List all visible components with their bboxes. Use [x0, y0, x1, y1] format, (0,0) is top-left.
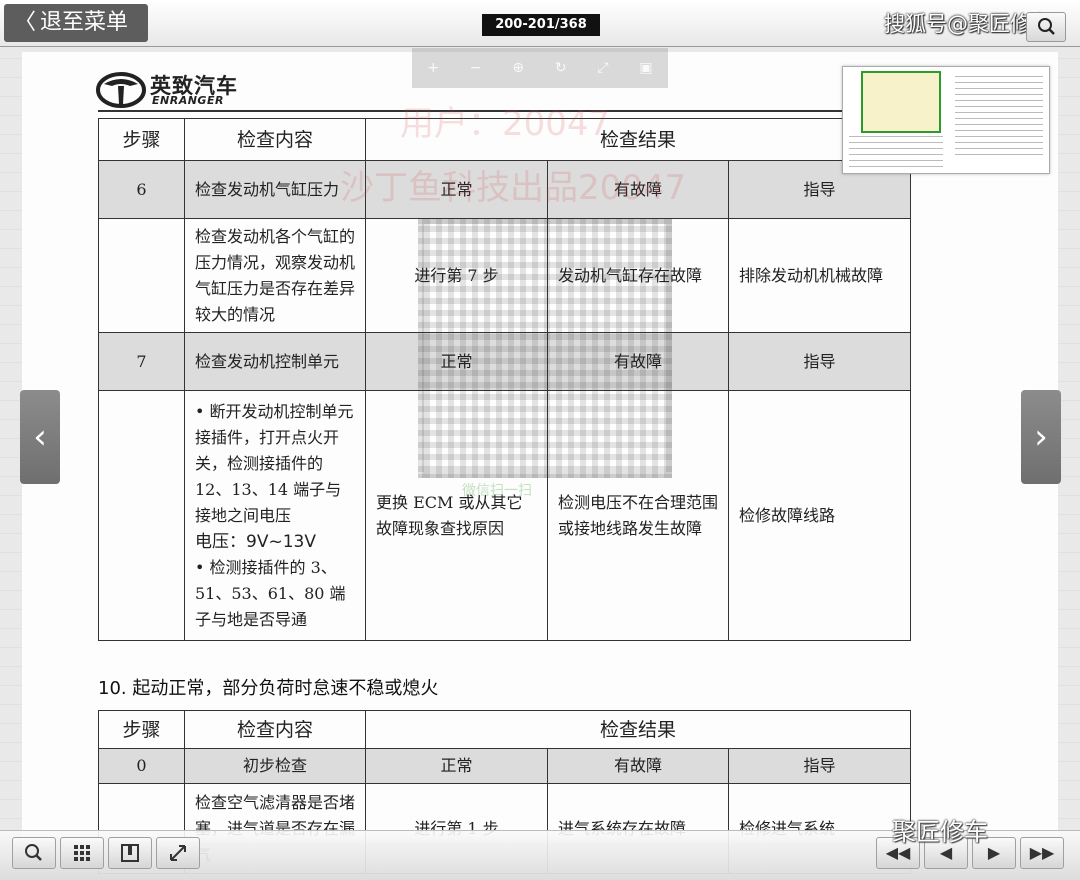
thumbnail-viewport[interactable]: [861, 71, 941, 133]
top-toolbar: 〈退至菜单 200-201/368 搜狐号@聚匠修车: [0, 0, 1080, 47]
check-content: 检查发动机各个气缸的压力情况，观察发动机气缸压力是否存在差异较大的情况: [184, 218, 366, 333]
header-step: 步骤: [98, 118, 185, 161]
last-page-icon: ▶▶: [1029, 843, 1055, 862]
result-normal-label: 正常: [365, 748, 548, 784]
page-thumbnail-navigator[interactable]: [842, 66, 1050, 174]
bookmark-button[interactable]: [108, 837, 152, 869]
check-content: • 断开发动机控制单元接插件，打开点火开关，检测接插件的 12、13、14 端子…: [184, 390, 366, 641]
bullet-text: 断开发动机控制单元接插件，打开点火开关，检测接插件的 12、13、14 端子与接…: [195, 401, 354, 525]
user-watermark: 用户：20047: [400, 104, 611, 144]
brand-logo: 英致汽车 ENRANGER: [96, 70, 276, 110]
search-button[interactable]: [1026, 12, 1066, 42]
table-row: 0 初步检查 正常 有故障 指导: [98, 748, 912, 784]
step-number: 6: [98, 160, 185, 219]
header-content: 检查内容: [184, 118, 366, 161]
thumbnails-grid-button[interactable]: [60, 837, 104, 869]
qr-caption: 微信扫一扫: [462, 483, 532, 499]
grid-icon: [74, 845, 90, 861]
next-page-arrow[interactable]: ›: [1021, 390, 1061, 484]
zoom-icon[interactable]: ⊕: [512, 60, 524, 76]
page-counter: 200-201/368: [482, 14, 600, 36]
section-title: 10. 起动正常，部分负荷时怠速不稳或熄火: [98, 678, 439, 699]
header-content: 检查内容: [184, 710, 366, 749]
qr-code-watermark: [418, 218, 672, 478]
result-fault-label: 有故障: [547, 748, 729, 784]
header-step: 步骤: [98, 710, 185, 749]
zoom-icon: [25, 844, 42, 861]
next-page-icon: ▶: [987, 843, 1001, 862]
search-icon: [1038, 18, 1055, 35]
prev-page-arrow[interactable]: ‹: [20, 390, 60, 484]
back-to-menu-button[interactable]: 〈退至菜单: [4, 4, 148, 42]
last-page-button[interactable]: ▶▶: [1020, 837, 1064, 869]
table-header-row: 步骤 检查内容 检查结果: [98, 710, 912, 749]
enranger-emblem-icon: [96, 72, 146, 108]
step-number: 0: [98, 748, 185, 784]
chevron-right-icon: ›: [1034, 417, 1048, 457]
result-guide-label: 指导: [727, 332, 912, 391]
zoom-in-icon[interactable]: +: [427, 60, 439, 76]
step-number: [98, 218, 185, 333]
chevron-left-icon: ‹: [33, 417, 47, 457]
zoom-button[interactable]: [12, 837, 56, 869]
result-guide: 检修故障线路: [727, 390, 912, 641]
step-number: [98, 390, 185, 641]
voltage-label: 电压：9V~13V: [195, 531, 316, 552]
zoom-out-icon[interactable]: −: [470, 60, 482, 76]
fullscreen-icon[interactable]: ▣: [639, 60, 652, 76]
logo-english-text: ENRANGER: [152, 94, 224, 107]
expand-icon: [170, 845, 186, 861]
bookmark-icon: [121, 844, 139, 862]
result-guide-label: 指导: [727, 748, 912, 784]
check-content: 初步检查: [184, 748, 366, 784]
bullet-item: • 检测接插件的 3、51、53、61、80 端子与地是否导通: [195, 557, 346, 629]
expand-button[interactable]: [156, 837, 200, 869]
step-number: 7: [98, 332, 185, 391]
thumbnail-page-preview: [849, 133, 943, 167]
chevron-left-icon: 〈: [14, 10, 37, 35]
check-content: 检查发动机气缸压力: [184, 160, 366, 219]
zoom-toolbar: + − ⊕ ↻ ⤢ ▣: [412, 48, 668, 88]
header-result: 检查结果: [364, 710, 912, 749]
back-label: 退至菜单: [40, 10, 129, 35]
bullet-item: • 断开发动机控制单元接插件，打开点火开关，检测接插件的 12、13、14 端子…: [195, 401, 354, 525]
bullet-text: 检测接插件的 3、51、53、61、80 端子与地是否导通: [195, 557, 346, 629]
publisher-watermark: 沙丁鱼科技出品20047: [340, 168, 687, 208]
fit-icon[interactable]: ⤢: [597, 60, 608, 76]
check-content: 检查发动机控制单元: [184, 332, 366, 391]
result-guide: 排除发动机机械故障: [727, 218, 912, 333]
footer-brand-watermark: 聚匠修车: [892, 818, 988, 846]
thumbnail-page-preview: [955, 75, 1043, 155]
rotate-icon[interactable]: ↻: [555, 60, 567, 76]
